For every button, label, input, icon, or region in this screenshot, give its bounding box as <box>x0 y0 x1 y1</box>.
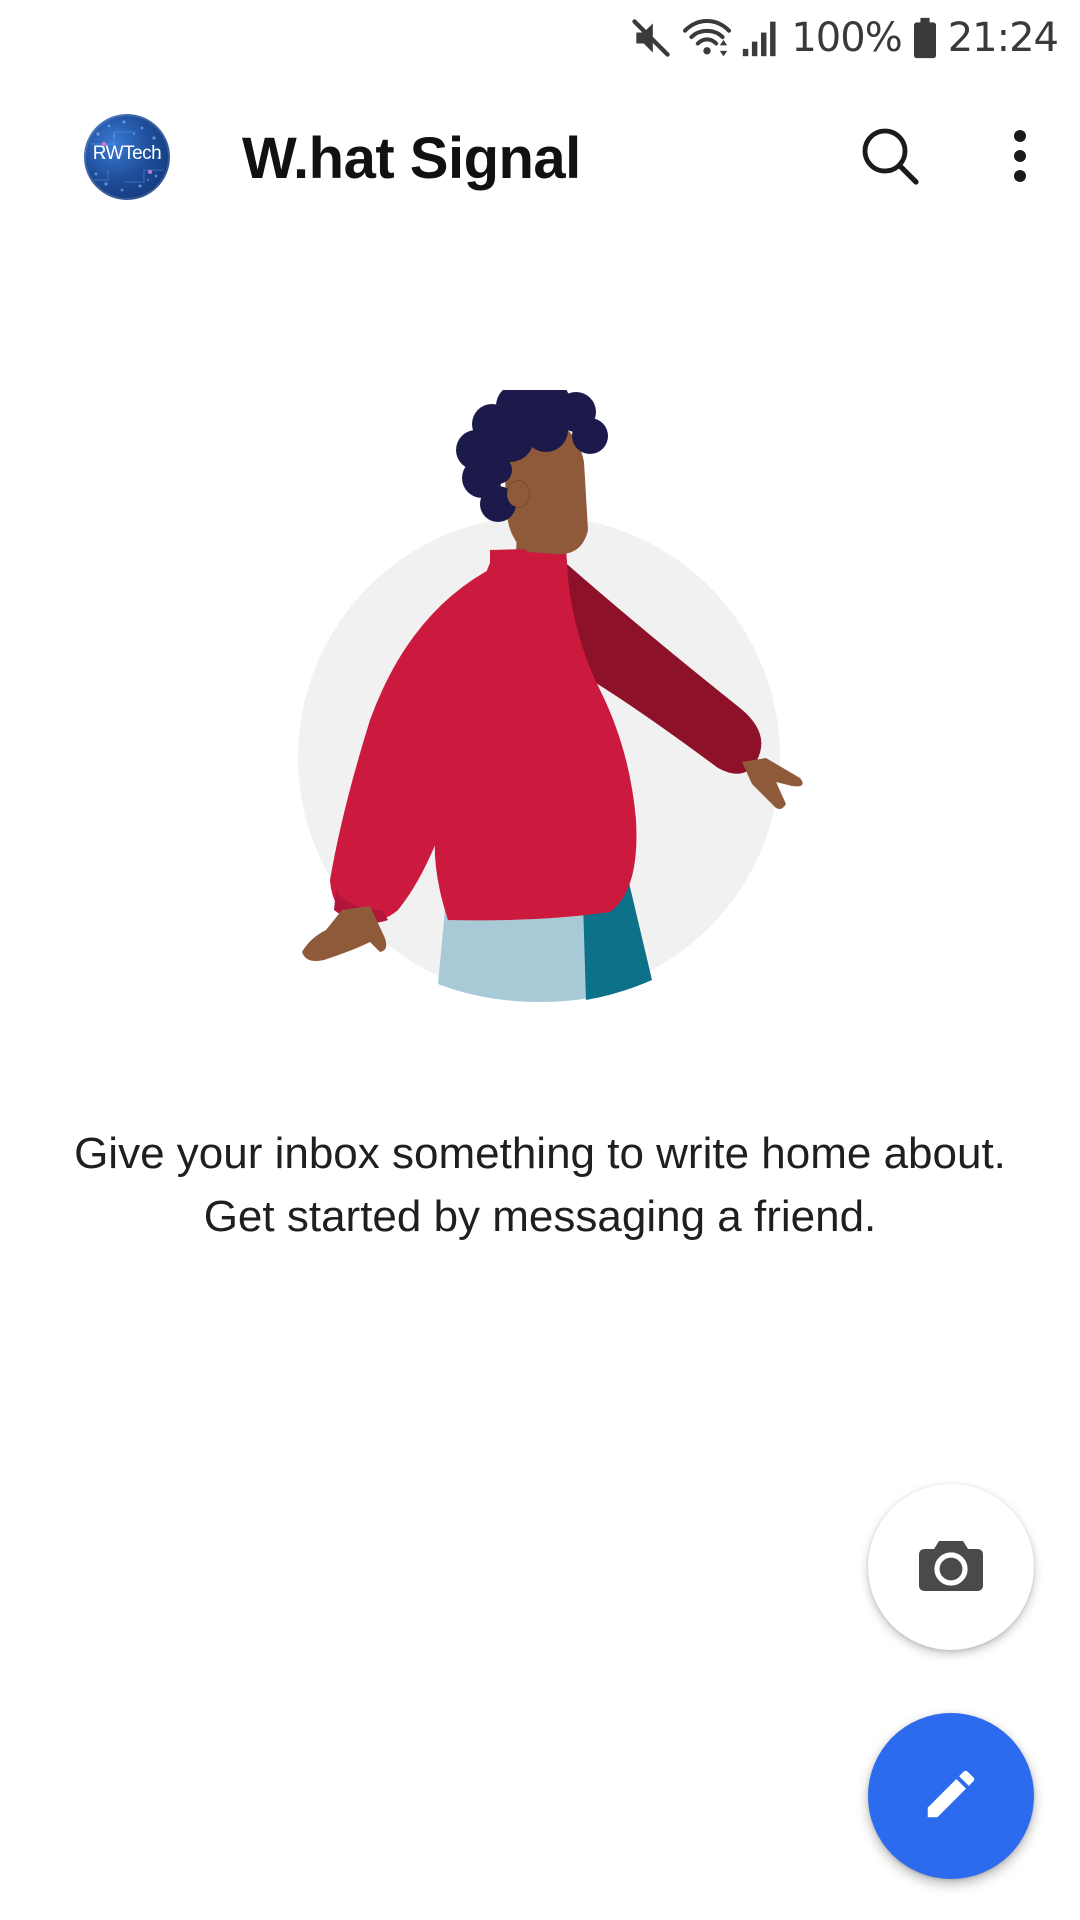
more-vert-icon <box>1010 128 1030 189</box>
avatar-label: RWTech <box>92 143 162 164</box>
wifi-icon <box>683 16 732 60</box>
search-icon <box>858 124 922 193</box>
status-icons: 100% 21:24 <box>629 8 1059 68</box>
camera-button[interactable] <box>868 1484 1034 1650</box>
search-button[interactable] <box>846 114 934 202</box>
battery-icon <box>912 16 938 60</box>
ear-front <box>507 481 529 507</box>
app-bar: RWTech W.hat Signal <box>0 100 1080 220</box>
clock: 21:24 <box>947 15 1059 61</box>
battery-percent: 100% <box>791 15 902 61</box>
more-options-button[interactable] <box>976 114 1064 202</box>
mute-icon <box>629 16 673 60</box>
signal-icon <box>741 16 781 60</box>
camera-icon <box>917 1537 985 1598</box>
pencil-icon <box>920 1763 982 1830</box>
avatar[interactable]: RWTech <box>84 114 170 200</box>
status-bar: 100% 21:24 <box>0 0 1080 72</box>
compose-button[interactable] <box>868 1713 1034 1879</box>
empty-inbox-illustration <box>298 390 803 1002</box>
app-title: W.hat Signal <box>242 126 581 191</box>
empty-state-message: Give your inbox something to write home … <box>74 1129 1006 1241</box>
hand-left <box>302 906 387 961</box>
